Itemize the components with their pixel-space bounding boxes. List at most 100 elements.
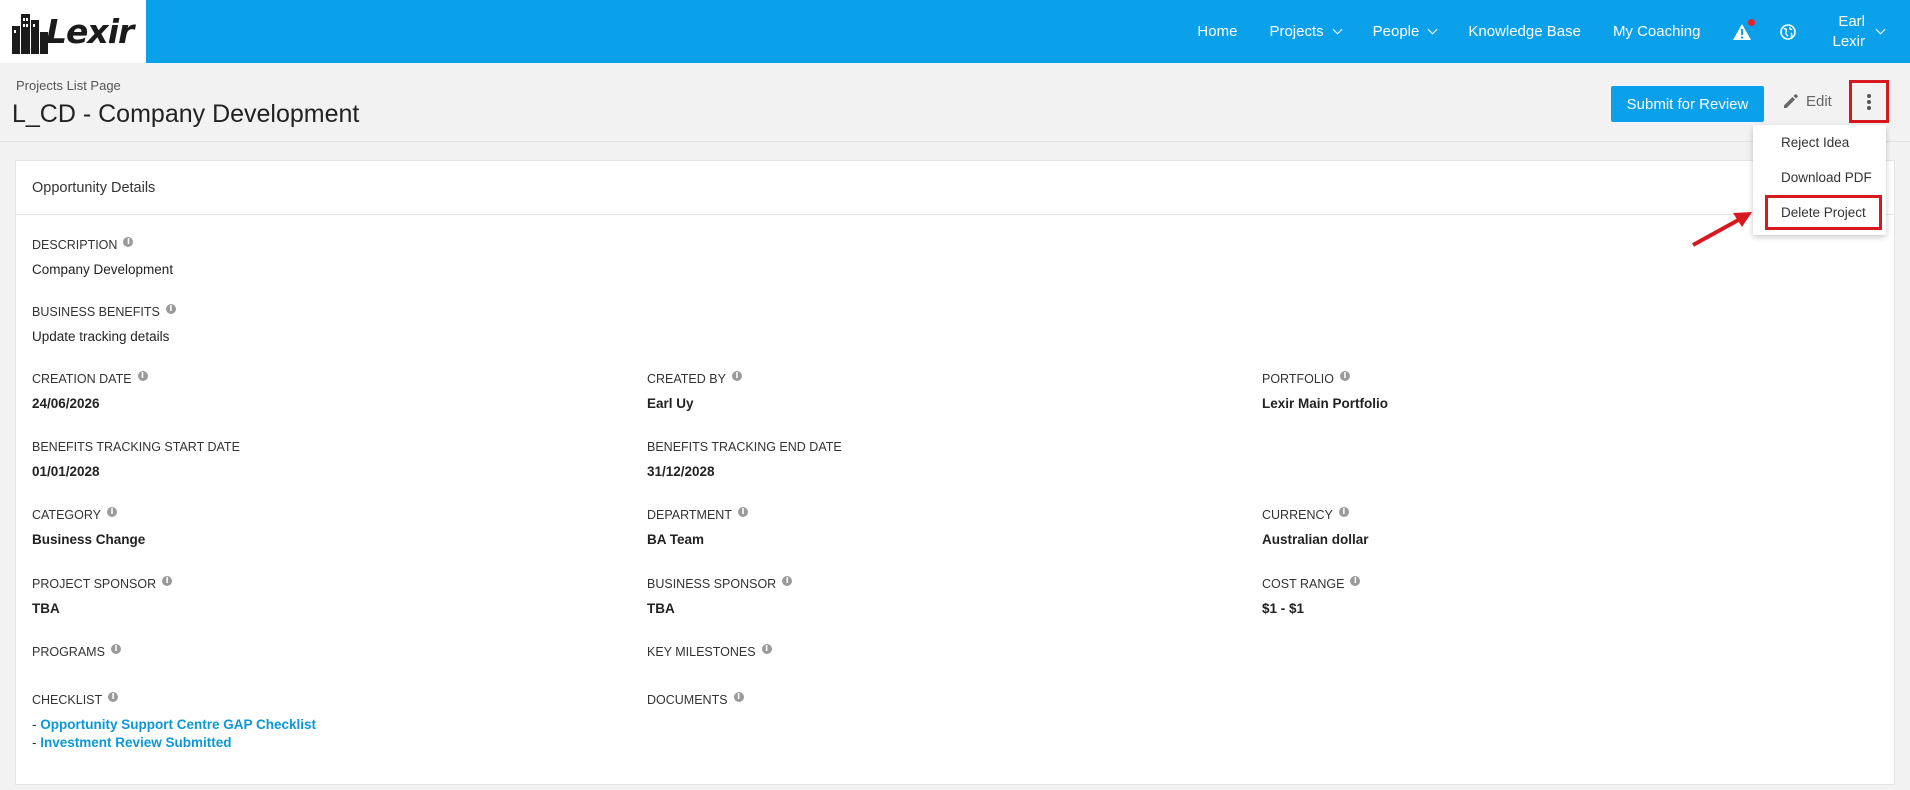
- globe-icon[interactable]: [1780, 23, 1797, 40]
- info-icon[interactable]: i: [761, 644, 772, 654]
- nav-people[interactable]: People: [1372, 23, 1438, 40]
- opportunity-details-card: Opportunity Details DESCRIPTION i Company…: [15, 160, 1895, 785]
- menu-item-reject-idea[interactable]: Reject Idea: [1781, 135, 1849, 150]
- documents-label: DOCUMENTS: [647, 693, 728, 707]
- nav-home-label: Home: [1197, 23, 1238, 40]
- field-currency: CURRENCY i Australian dollar: [1262, 507, 1369, 547]
- field-checklist: CHECKLIST i - Opportunity Support Centre …: [32, 692, 316, 750]
- field-benefits-tracking-end: BENEFITS TRACKING END DATE 31/12/2028: [647, 440, 842, 479]
- currency-value: Australian dollar: [1262, 532, 1369, 547]
- info-icon[interactable]: i: [108, 692, 119, 702]
- actions-dropdown-menu: Reject Idea Download PDF Delete Project: [1753, 125, 1886, 235]
- edit-label: Edit: [1806, 92, 1832, 110]
- logo-text: Lexir: [46, 12, 134, 51]
- field-description: DESCRIPTION i Company Development: [32, 237, 174, 277]
- warning-icon[interactable]: [1732, 18, 1756, 41]
- info-icon[interactable]: i: [137, 371, 148, 381]
- checklist-link-gap[interactable]: Opportunity Support Centre GAP Checklist: [40, 717, 316, 732]
- field-key-milestones: KEY MILESTONES i: [647, 644, 772, 659]
- field-project-sponsor: PROJECT SPONSOR i TBA: [32, 576, 173, 616]
- info-icon[interactable]: i: [733, 692, 744, 702]
- nav-people-label: People: [1372, 23, 1420, 40]
- nav-home[interactable]: Home: [1197, 23, 1237, 40]
- field-category: CATEGORY i Business Change: [32, 507, 146, 547]
- chevron-down-icon: [1875, 24, 1886, 35]
- info-icon[interactable]: i: [123, 237, 134, 247]
- list-item: - Opportunity Support Centre GAP Checkli…: [32, 717, 317, 732]
- info-icon[interactable]: i: [1340, 371, 1351, 381]
- user-first-name: Earl: [1838, 12, 1865, 30]
- field-programs: PROGRAMS i: [32, 644, 121, 659]
- list-item: - Investment Review Submitted: [32, 735, 232, 750]
- pencil-icon: [1784, 94, 1798, 108]
- nav-menu: Home Projects People Knowledge Base My C…: [1197, 0, 1910, 63]
- breadcrumb[interactable]: Projects List Page: [16, 78, 121, 93]
- user-last-name: Lexir: [1832, 32, 1865, 50]
- business-sponsor-label: BUSINESS SPONSOR: [647, 577, 777, 591]
- more-actions-button[interactable]: [1849, 80, 1889, 123]
- field-benefits-tracking-start: BENEFITS TRACKING START DATE 01/01/2028: [32, 440, 240, 479]
- chevron-down-icon: [1427, 24, 1438, 35]
- cost-range-value: $1 - $1: [1262, 601, 1305, 616]
- info-icon[interactable]: i: [107, 507, 117, 517]
- nav-projects[interactable]: Projects: [1269, 23, 1343, 40]
- field-cost-range: COST RANGE i $1 - $1: [1262, 576, 1361, 616]
- portfolio-value: Lexir Main Portfolio: [1262, 396, 1389, 411]
- building-logo-icon: [10, 10, 50, 54]
- info-icon[interactable]: i: [1350, 576, 1361, 586]
- description-value: Company Development: [32, 262, 174, 277]
- category-value: Business Change: [32, 532, 146, 547]
- bt-start-value: 01/01/2028: [32, 464, 100, 479]
- department-value: BA Team: [647, 532, 705, 547]
- lexir-logo[interactable]: Lexir: [0, 0, 146, 63]
- created-by-label: CREATED BY: [647, 372, 726, 386]
- card-header: Opportunity Details: [16, 161, 1894, 215]
- field-department: DEPARTMENT i BA Team: [647, 507, 748, 547]
- cost-range-label: COST RANGE: [1262, 577, 1345, 591]
- menu-item-download-pdf[interactable]: Download PDF: [1781, 170, 1872, 185]
- delete-project-highlight: [1765, 195, 1882, 230]
- header-divider: [0, 141, 1910, 142]
- field-business-benefits: BUSINESS BENEFITS i Update tracking detai…: [32, 304, 176, 344]
- info-icon[interactable]: i: [162, 576, 173, 586]
- checklist-link-investment-review[interactable]: Investment Review Submitted: [40, 735, 231, 750]
- info-icon[interactable]: i: [782, 576, 793, 586]
- annotation-arrow-icon: [1692, 212, 1752, 247]
- checklist-label: CHECKLIST: [32, 693, 103, 707]
- portfolio-label: PORTFOLIO: [1262, 372, 1335, 386]
- business-sponsor-value: TBA: [647, 601, 675, 616]
- submit-for-review-button[interactable]: Submit for Review: [1611, 86, 1764, 122]
- field-creation-date: CREATION DATE i 24/06/2026: [32, 371, 148, 411]
- nav-my-coaching[interactable]: My Coaching: [1613, 23, 1701, 40]
- page-title: L_CD - Company Development: [12, 100, 360, 128]
- programs-label: PROGRAMS: [32, 645, 105, 659]
- checklist-items: - Opportunity Support Centre GAP Checkli…: [32, 717, 316, 750]
- field-documents: DOCUMENTS i: [647, 692, 744, 707]
- bt-start-label: BENEFITS TRACKING START DATE: [32, 440, 240, 454]
- user-menu[interactable]: Earl Lexir: [1832, 12, 1886, 52]
- notification-dot: [1748, 18, 1756, 26]
- info-icon[interactable]: i: [110, 644, 121, 654]
- currency-label: CURRENCY: [1262, 508, 1333, 522]
- business-benefits-label: BUSINESS BENEFITS: [32, 305, 160, 319]
- user-name: Earl Lexir: [1832, 12, 1865, 52]
- key-milestones-label: KEY MILESTONES: [647, 645, 756, 659]
- top-navbar: Lexir Home Projects People Knowledge Bas…: [0, 0, 1910, 63]
- creation-date-label: CREATION DATE: [32, 372, 132, 386]
- nav-my-coaching-label: My Coaching: [1612, 23, 1701, 40]
- card-title: Opportunity Details: [32, 180, 156, 196]
- info-icon[interactable]: i: [737, 507, 748, 517]
- bt-end-value: 31/12/2028: [647, 464, 715, 479]
- info-icon[interactable]: i: [1338, 507, 1349, 517]
- kebab-menu-icon: [1867, 93, 1871, 110]
- info-icon[interactable]: i: [731, 371, 742, 381]
- project-sponsor-label: PROJECT SPONSOR: [32, 577, 157, 591]
- nav-projects-label: Projects: [1269, 23, 1324, 40]
- edit-button[interactable]: Edit: [1782, 92, 1832, 110]
- field-created-by: CREATED BY i Earl Uy: [647, 371, 742, 411]
- nav-knowledge-base[interactable]: Knowledge Base: [1468, 23, 1581, 40]
- info-icon[interactable]: i: [165, 304, 176, 314]
- department-label: DEPARTMENT: [647, 508, 732, 522]
- nav-knowledge-base-label: Knowledge Base: [1468, 23, 1581, 40]
- project-sponsor-value: TBA: [32, 601, 60, 616]
